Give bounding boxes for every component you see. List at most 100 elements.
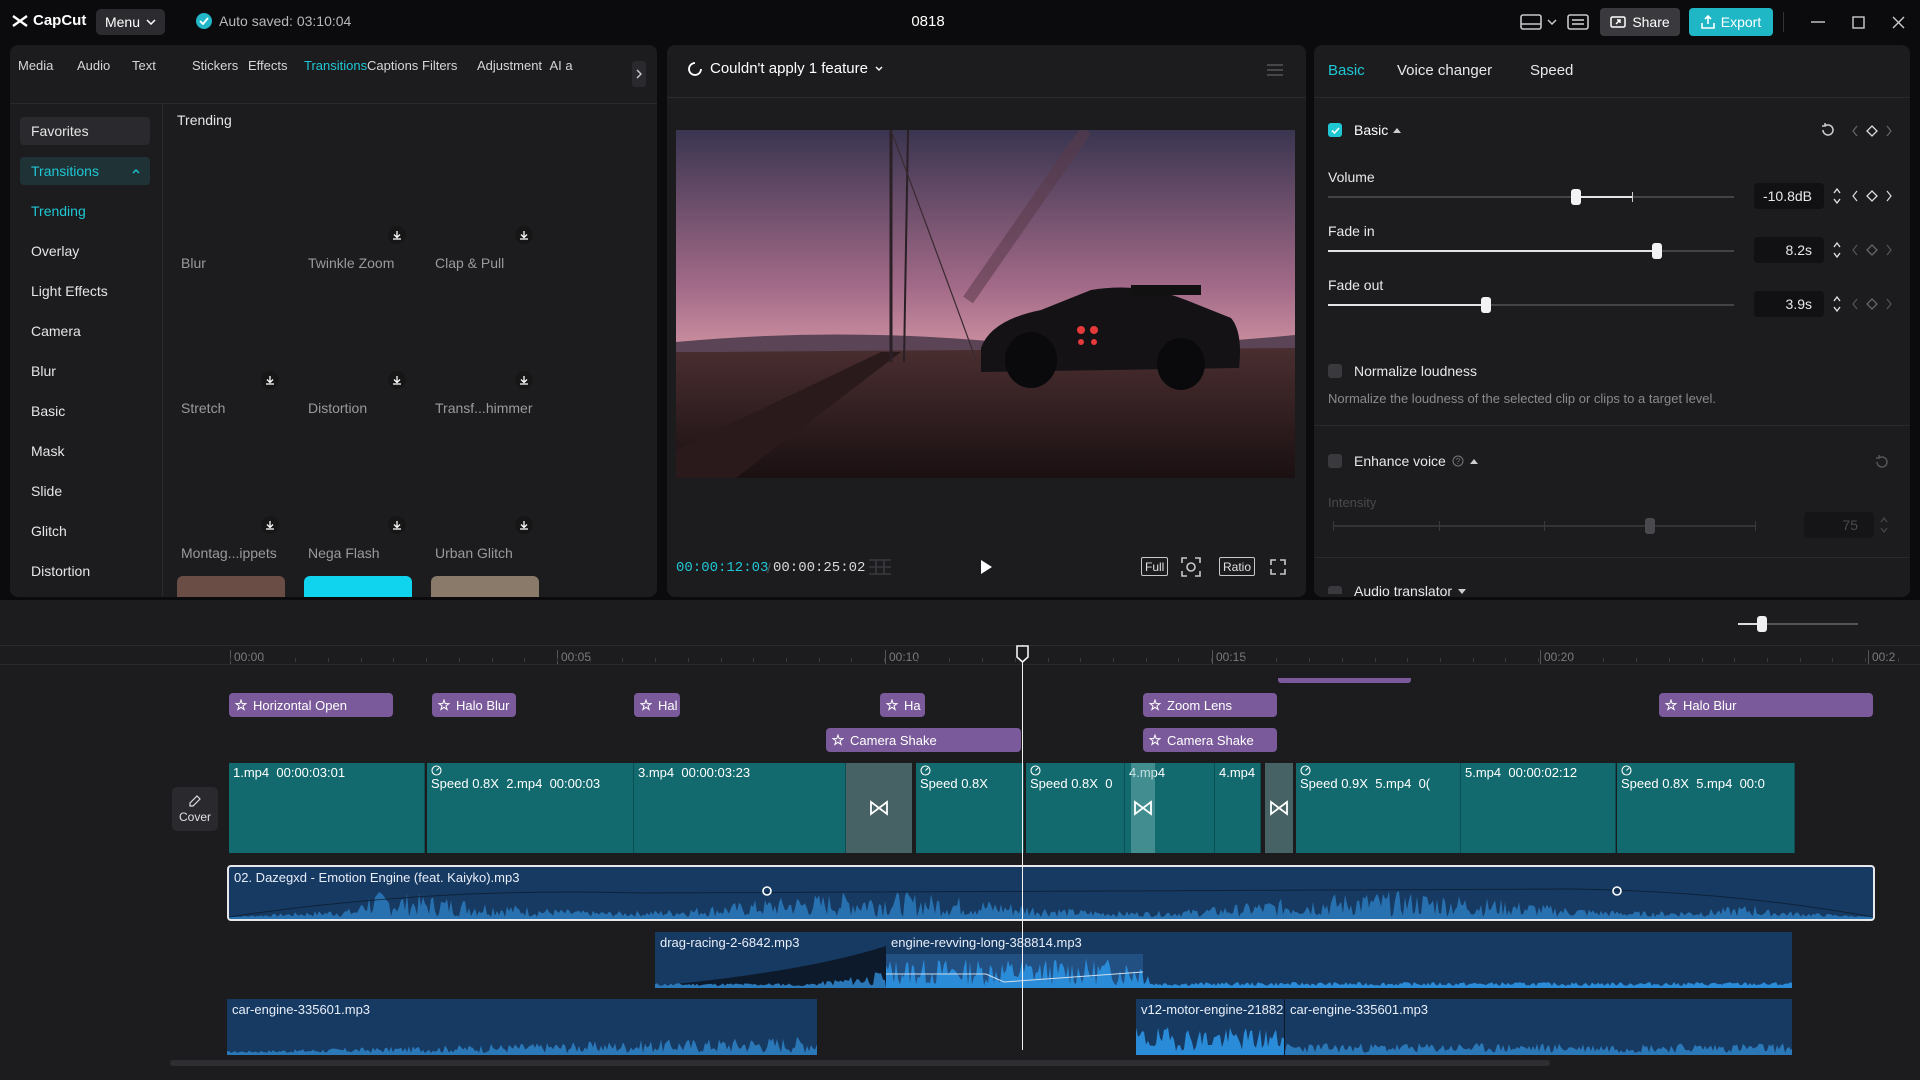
tabs-scroll-right[interactable] [632, 61, 646, 87]
timeline-scrollbar[interactable] [170, 1060, 1550, 1066]
download-icon[interactable] [261, 371, 279, 389]
video-clip[interactable]: Speed 0.8X 2.mp4 00:00:03 [427, 763, 634, 853]
video-preview[interactable] [676, 130, 1295, 478]
keyframe-icon[interactable] [1852, 244, 1892, 256]
transition-thumbnail[interactable] [431, 287, 539, 395]
fullscreen-button[interactable] [1270, 559, 1286, 575]
effect-clip[interactable]: Camera Shake [826, 728, 1021, 752]
audio-clip-sfx[interactable]: car-engine-335601.mp3 [1284, 999, 1792, 1055]
tab-adjustment[interactable]: Adjustment [477, 53, 542, 97]
tab-stickers[interactable]: Stickers [192, 53, 238, 97]
transition-thumbnail[interactable] [177, 142, 285, 250]
effect-clip[interactable]: Hal [634, 693, 680, 717]
share-button[interactable]: Share [1600, 8, 1680, 36]
nav-trending[interactable]: Trending [20, 197, 150, 225]
effect-clip[interactable]: Halo Blur [1659, 693, 1873, 717]
audio-clip-music[interactable]: 02. Dazegxd - Emotion Engine (feat. Kaiy… [227, 865, 1875, 921]
audio-clip-sfx[interactable]: v12-motor-engine-21882 [1136, 999, 1284, 1055]
zoom-slider-knob[interactable] [1757, 616, 1767, 632]
nav-favorites[interactable]: Favorites [20, 117, 150, 145]
player-menu-button[interactable] [1267, 64, 1283, 76]
transition-marker[interactable] [1131, 763, 1155, 853]
effect-clip[interactable]: Horizontal Open [229, 693, 393, 717]
export-button[interactable]: Export [1689, 8, 1773, 36]
transition-thumbnail[interactable] [304, 142, 412, 250]
audio-translator-checkbox[interactable] [1328, 586, 1342, 594]
tab-media[interactable]: Media [18, 53, 53, 97]
tab-audio[interactable]: Audio [77, 53, 110, 97]
nav-camera[interactable]: Camera [20, 317, 150, 345]
tab-filters[interactable]: Filters [422, 53, 457, 97]
nav-mask[interactable]: Mask [20, 437, 150, 465]
effect-clip-partial[interactable] [1278, 678, 1411, 683]
playhead[interactable] [1022, 645, 1023, 1050]
download-icon[interactable] [388, 516, 406, 534]
minimize-button[interactable] [1808, 12, 1828, 32]
download-icon[interactable] [515, 516, 533, 534]
fade-in-value[interactable]: 8.2s [1754, 237, 1824, 263]
timecode-grid-button[interactable] [867, 558, 893, 576]
ratio-button[interactable]: Ratio [1219, 557, 1256, 576]
keyframe-icon[interactable] [1852, 298, 1892, 310]
nav-overlay[interactable]: Overlay [20, 237, 150, 265]
maximize-button[interactable] [1848, 12, 1868, 32]
keyframe-control[interactable] [1852, 125, 1892, 137]
video-clip[interactable]: Speed 0.9X 5.mp4 0( [1296, 763, 1461, 853]
transition-marker[interactable] [846, 763, 912, 853]
value-stepper[interactable] [1832, 186, 1842, 206]
full-quality-button[interactable]: Full [1141, 557, 1169, 576]
transition-thumbnail[interactable] [304, 432, 412, 540]
basic-checkbox[interactable] [1328, 123, 1342, 137]
effect-clip[interactable]: Halo Blur [432, 693, 516, 717]
transition-thumbnail[interactable] [304, 287, 412, 395]
video-clip[interactable]: Speed 0.8X 0 [1026, 763, 1125, 853]
tab-transitions[interactable]: Transitions [304, 53, 367, 97]
keyframe-icon[interactable] [1852, 190, 1892, 202]
nav-basic[interactable]: Basic [20, 397, 150, 425]
slider-knob[interactable] [1570, 189, 1581, 205]
video-clip[interactable]: Speed 0.8X [916, 763, 1024, 853]
slider-knob[interactable] [1481, 297, 1492, 313]
transition-thumbnail[interactable] [431, 432, 539, 540]
nav-glitch[interactable]: Glitch [20, 517, 150, 545]
download-icon[interactable] [388, 226, 406, 244]
audio-clip-sfx[interactable]: drag-racing-2-6842.mp3 [655, 932, 886, 988]
intensity-stepper[interactable] [1879, 515, 1889, 535]
thumbnail-partial[interactable] [304, 576, 412, 597]
playhead-handle[interactable] [1016, 645, 1029, 663]
video-clip[interactable]: Speed 0.8X 5.mp4 00:0 [1617, 763, 1795, 853]
play-button[interactable] [979, 559, 993, 575]
video-clip[interactable]: 4.mp4 0( [1215, 763, 1261, 853]
slider-knob[interactable] [1651, 243, 1662, 259]
tab-effects[interactable]: Effects [248, 53, 288, 97]
thumbnail-partial[interactable] [431, 576, 539, 597]
tab-ai-a[interactable]: AI a [548, 53, 574, 97]
transition-thumbnail[interactable] [177, 287, 285, 395]
reset-button[interactable] [1820, 122, 1836, 138]
enhance-voice-header[interactable]: Enhance voice ? [1354, 453, 1478, 469]
tab-basic[interactable]: Basic [1328, 62, 1365, 79]
fade-out-value[interactable]: 3.9s [1754, 291, 1824, 317]
nav-blur[interactable]: Blur [20, 357, 150, 385]
download-icon[interactable] [261, 516, 279, 534]
value-stepper[interactable] [1832, 294, 1842, 314]
tab-speed[interactable]: Speed [1530, 62, 1573, 79]
intensity-value[interactable]: 75 [1804, 512, 1874, 538]
value-stepper[interactable] [1832, 240, 1842, 260]
volume-value[interactable]: -10.8dB [1754, 183, 1824, 209]
cover-button[interactable]: Cover [172, 787, 218, 831]
video-clip[interactable]: 5.mp4 00:00:02:12 [1461, 763, 1616, 853]
download-icon[interactable] [515, 226, 533, 244]
transition-thumbnail[interactable] [431, 142, 539, 250]
shortcuts-button[interactable] [1565, 12, 1591, 32]
basic-section-header[interactable]: Basic [1354, 122, 1402, 138]
zoom-preview-button[interactable] [1181, 557, 1201, 577]
enhance-reset-button[interactable] [1874, 454, 1890, 470]
effect-clip[interactable]: Zoom Lens [1143, 693, 1277, 717]
thumbnail-partial[interactable] [177, 576, 285, 597]
download-icon[interactable] [515, 371, 533, 389]
tab-text[interactable]: Text [132, 53, 156, 97]
feature-status[interactable]: Couldn't apply 1 feature [687, 60, 883, 77]
audio-clip-sfx[interactable]: car-engine-335601.mp3 [227, 999, 817, 1055]
video-clip[interactable]: 1.mp4 00:00:03:01 [229, 763, 425, 853]
